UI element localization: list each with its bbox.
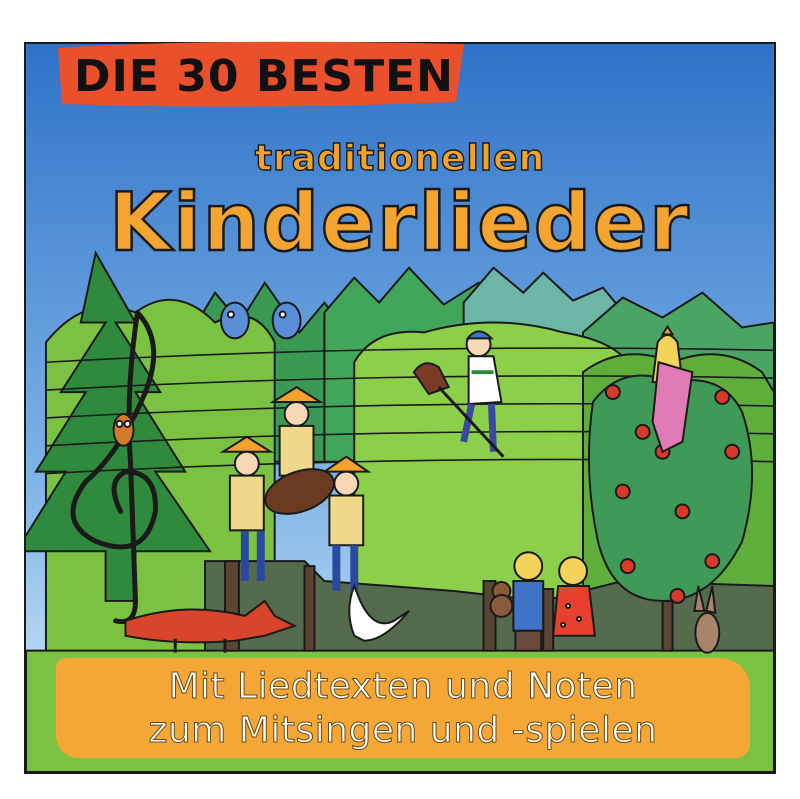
album-title: Kinderlieder [108, 175, 691, 271]
top-badge: DIE 30 BESTEN [52, 40, 472, 110]
banner-line-1: Mit Liedtexten und Noten [168, 666, 638, 708]
album-cover: DIE 30 BESTEN traditionellen Kinderliede… [0, 0, 800, 799]
subtitle: traditionellen [254, 137, 546, 179]
owl [112, 412, 135, 447]
bottom-banner: Mit Liedtexten und Noten zum Mitsingen u… [56, 658, 750, 758]
banner-line-2: zum Mitsingen und -spielen [148, 710, 658, 752]
badge-text: DIE 30 BESTEN [74, 51, 454, 102]
